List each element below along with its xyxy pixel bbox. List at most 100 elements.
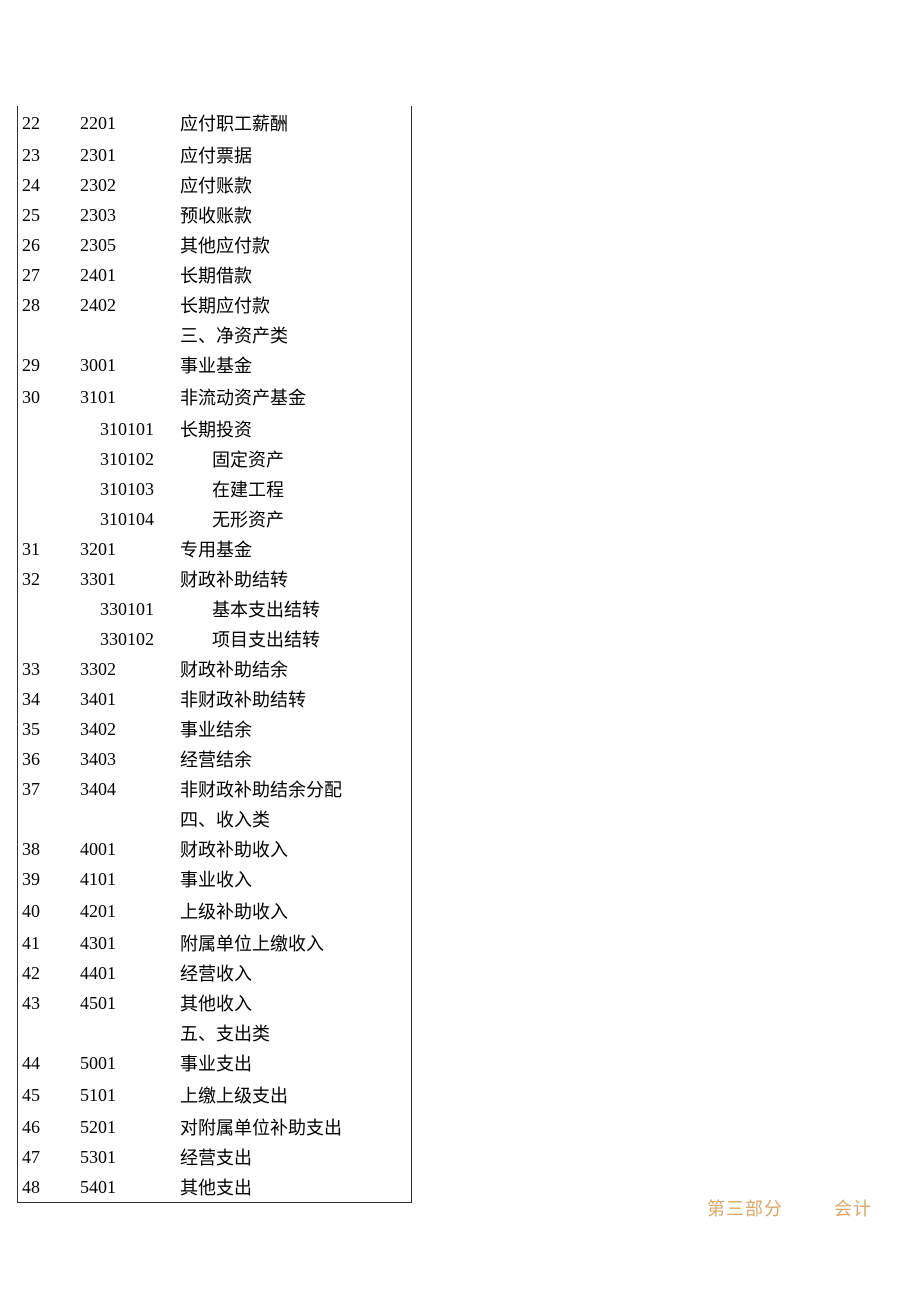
table-row: 310101长期投资 — [18, 414, 411, 444]
footer-label: 会计 — [834, 1199, 872, 1219]
table-row: 272401长期借款 — [18, 260, 411, 290]
row-name: 附属单位上缴收入 — [180, 930, 411, 956]
row-code: 2302 — [80, 175, 180, 196]
row-name: 财政补助结转 — [180, 566, 411, 592]
row-name: 其他应付款 — [180, 232, 411, 258]
row-code: 5301 — [80, 1147, 180, 1168]
table-row: 五、支出类 — [18, 1018, 411, 1048]
row-name: 专用基金 — [180, 536, 411, 562]
row-seq: 32 — [18, 569, 80, 590]
table-row: 330102项目支出结转 — [18, 624, 411, 654]
table-row: 373404非财政补助结余分配 — [18, 774, 411, 804]
row-seq: 33 — [18, 659, 80, 680]
row-name: 基本支出结转 — [180, 596, 411, 622]
row-seq: 39 — [18, 869, 80, 890]
row-code: 3001 — [80, 355, 180, 376]
table-row: 485401其他支出 — [18, 1172, 411, 1202]
row-seq: 31 — [18, 539, 80, 560]
row-code: 3401 — [80, 689, 180, 710]
row-name: 应付职工薪酬 — [180, 110, 411, 136]
row-name: 预收账款 — [180, 202, 411, 228]
page-footer: 第三部分 会计 — [707, 1195, 872, 1221]
row-code: 4101 — [80, 869, 180, 890]
row-seq: 48 — [18, 1177, 80, 1198]
row-seq: 35 — [18, 719, 80, 740]
row-name: 经营结余 — [180, 746, 411, 772]
table-row: 414301附属单位上缴收入 — [18, 928, 411, 958]
row-code: 5001 — [80, 1053, 180, 1074]
table-row: 232301应付票据 — [18, 140, 411, 170]
row-code: 4301 — [80, 933, 180, 954]
table-row: 475301经营支出 — [18, 1142, 411, 1172]
row-name: 非流动资产基金 — [180, 384, 411, 410]
row-code: 4201 — [80, 901, 180, 922]
row-code: 3301 — [80, 569, 180, 590]
row-code: 3402 — [80, 719, 180, 740]
row-name: 五、支出类 — [180, 1020, 411, 1046]
row-code: 2201 — [80, 113, 180, 134]
table-row: 465201对附属单位补助支出 — [18, 1112, 411, 1142]
row-name: 非财政补助结转 — [180, 686, 411, 712]
table-row: 303101非流动资产基金 — [18, 380, 411, 414]
table-row: 310103在建工程 — [18, 474, 411, 504]
row-seq: 34 — [18, 689, 80, 710]
footer-part: 第三部分 — [707, 1199, 783, 1219]
row-code: 2402 — [80, 295, 180, 316]
row-name: 上缴上级支出 — [180, 1082, 411, 1108]
table-row: 455101上缴上级支出 — [18, 1078, 411, 1112]
row-seq: 25 — [18, 205, 80, 226]
row-code: 4501 — [80, 993, 180, 1014]
row-name: 固定资产 — [180, 446, 411, 472]
row-seq: 38 — [18, 839, 80, 860]
row-seq: 26 — [18, 235, 80, 256]
row-name: 长期借款 — [180, 262, 411, 288]
row-name: 长期应付款 — [180, 292, 411, 318]
table-row: 343401非财政补助结转 — [18, 684, 411, 714]
row-name: 事业基金 — [180, 352, 411, 378]
row-seq: 36 — [18, 749, 80, 770]
table-row: 394101事业收入 — [18, 864, 411, 894]
row-code: 2401 — [80, 265, 180, 286]
row-code: 3403 — [80, 749, 180, 770]
sub-code: 310103 — [18, 479, 180, 500]
row-name: 其他收入 — [180, 990, 411, 1016]
row-code: 5201 — [80, 1117, 180, 1138]
table-row: 445001事业支出 — [18, 1048, 411, 1078]
row-name: 非财政补助结余分配 — [180, 776, 411, 802]
row-code: 3302 — [80, 659, 180, 680]
table-row: 434501其他收入 — [18, 988, 411, 1018]
row-name: 项目支出结转 — [180, 626, 411, 652]
row-code: 3404 — [80, 779, 180, 800]
sub-code: 310102 — [18, 449, 180, 470]
sub-code: 310101 — [18, 419, 180, 440]
table-row: 242302应付账款 — [18, 170, 411, 200]
table-row: 293001事业基金 — [18, 350, 411, 380]
row-seq: 44 — [18, 1053, 80, 1074]
row-name: 事业支出 — [180, 1050, 411, 1076]
row-seq: 30 — [18, 387, 80, 408]
row-seq: 46 — [18, 1117, 80, 1138]
row-code: 4401 — [80, 963, 180, 984]
row-name: 上级补助收入 — [180, 898, 411, 924]
row-name: 对附属单位补助支出 — [180, 1114, 411, 1140]
row-code: 2305 — [80, 235, 180, 256]
table-row: 353402事业结余 — [18, 714, 411, 744]
row-name: 经营支出 — [180, 1144, 411, 1170]
row-code: 5101 — [80, 1085, 180, 1106]
row-name: 财政补助结余 — [180, 656, 411, 682]
row-seq: 40 — [18, 901, 80, 922]
table-row: 313201专用基金 — [18, 534, 411, 564]
table-row: 310104无形资产 — [18, 504, 411, 534]
table-row: 282402长期应付款 — [18, 290, 411, 320]
table-row: 310102固定资产 — [18, 444, 411, 474]
table-row: 384001财政补助收入 — [18, 834, 411, 864]
row-name: 应付账款 — [180, 172, 411, 198]
row-name: 无形资产 — [180, 506, 411, 532]
row-seq: 23 — [18, 145, 80, 166]
row-seq: 41 — [18, 933, 80, 954]
row-name: 应付票据 — [180, 142, 411, 168]
row-seq: 22 — [18, 113, 80, 134]
sub-code: 330101 — [18, 599, 180, 620]
table-row: 424401经营收入 — [18, 958, 411, 988]
table-row: 330101基本支出结转 — [18, 594, 411, 624]
